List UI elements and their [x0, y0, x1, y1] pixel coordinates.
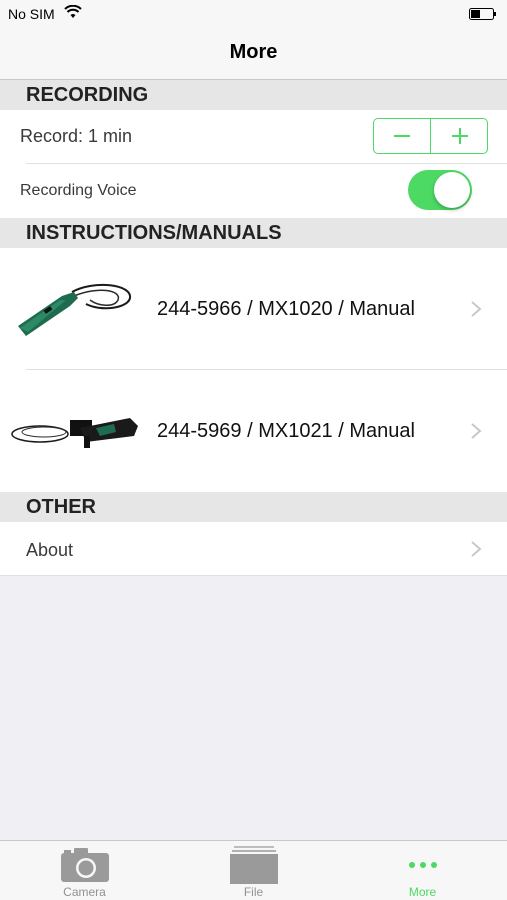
battery-icon	[469, 8, 496, 20]
tab-label: More	[408, 885, 437, 899]
recording-voice-toggle[interactable]	[408, 170, 472, 210]
page-title: More	[229, 41, 278, 63]
section-header-other: OTHER	[0, 492, 507, 522]
decrement-button[interactable]	[374, 119, 431, 153]
about-label: About	[26, 540, 74, 560]
tab-file[interactable]: File	[169, 841, 338, 900]
tab-label: File	[243, 885, 264, 899]
navigation-bar: More	[0, 30, 507, 80]
carrier-label: No SIM	[8, 6, 55, 22]
section-header-recording: RECORDING	[0, 80, 507, 110]
wifi-icon	[64, 5, 82, 18]
record-duration-stepper	[373, 118, 488, 154]
recording-voice-label: Recording Voice	[20, 182, 137, 199]
manual-item-mx1020[interactable]: 244-5966 / MX1020 / Manual	[0, 248, 507, 370]
about-row[interactable]: About	[0, 522, 507, 576]
tab-bar: Camera File More	[0, 840, 507, 900]
chevron-right-icon	[471, 301, 482, 317]
plus-icon	[451, 128, 468, 144]
minus-icon	[394, 135, 410, 137]
file-icon	[229, 846, 278, 884]
manual-label: 244-5966 / MX1020 / Manual	[157, 298, 415, 320]
tab-label: Camera	[63, 885, 106, 899]
camera-icon	[60, 848, 109, 882]
tab-camera[interactable]: Camera	[0, 841, 169, 900]
more-icon	[408, 862, 437, 868]
recording-group: Record: 1 min Recording Voice	[0, 110, 507, 218]
settings-list: RECORDING Record: 1 min Recording Voice …	[0, 80, 507, 840]
increment-button[interactable]	[431, 119, 488, 153]
row-divider	[26, 163, 507, 164]
toggle-knob	[434, 172, 470, 208]
manual-label: 244-5969 / MX1021 / Manual	[157, 420, 415, 442]
manual-item-mx1021[interactable]: 244-5969 / MX1021 / Manual	[0, 370, 507, 492]
inspection-camera-mx1021-image	[11, 418, 138, 448]
chevron-right-icon	[471, 423, 482, 439]
tab-more[interactable]: More	[338, 841, 507, 900]
status-bar: No SIM	[0, 0, 507, 30]
chevron-right-icon	[471, 541, 482, 557]
inspection-camera-mx1020-image	[18, 283, 131, 336]
section-header-manuals: INSTRUCTIONS/MANUALS	[0, 218, 507, 248]
record-duration-label: Record: 1 min	[20, 126, 133, 146]
manuals-group: 244-5966 / MX1020 / Manual 244-5969 / MX…	[0, 248, 507, 492]
